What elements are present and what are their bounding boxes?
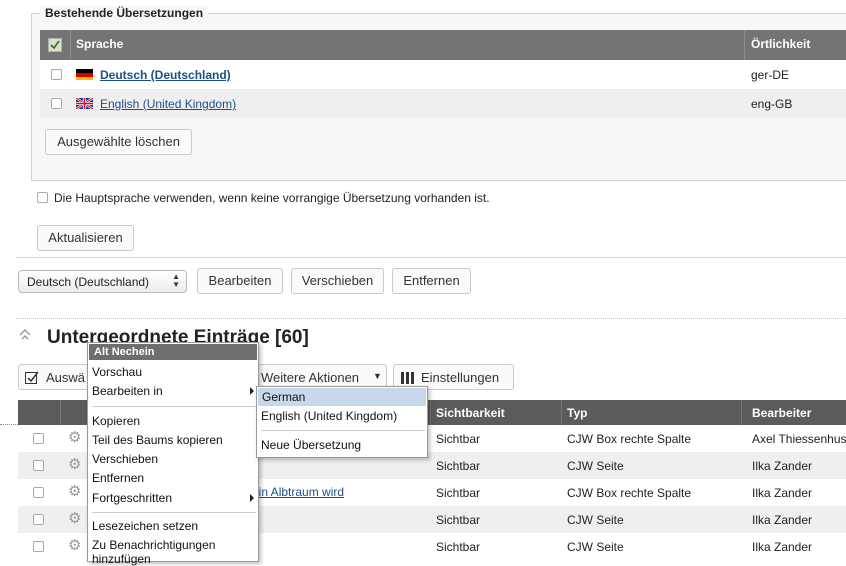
edit-button[interactable]: Bearbeiten (197, 268, 283, 294)
caret-down-icon: ▼ (373, 371, 382, 381)
language-select-value: Deutsch (Deutschland) (27, 275, 150, 289)
row-editor: Ilka Zander (752, 459, 813, 473)
gb-flag-icon (75, 96, 94, 111)
updown-chevron-icon: ▲ ▼ (172, 272, 180, 289)
language-select[interactable]: Deutsch (Deutschland) ▲ ▼ (18, 270, 187, 293)
more-actions-label: Weitere Aktionen (261, 370, 360, 385)
column-visibility: Sichtbarkeit (436, 406, 505, 420)
edit-in-submenu: German English (United Kingdom) Neue Übe… (256, 386, 428, 458)
row-visibility: Sichtbar (436, 513, 481, 527)
context-menu-title: Alt Nechein (94, 346, 155, 358)
row-checkbox[interactable] (33, 541, 44, 552)
delete-selected-button[interactable]: Ausgewählte löschen (45, 129, 192, 155)
submenu-item-english[interactable]: English (United Kingdom) (261, 409, 397, 423)
gear-icon[interactable]: ⚙ (68, 457, 84, 473)
submenu-arrow-icon (250, 387, 254, 395)
menu-item-edit-in[interactable]: Bearbeiten in (92, 384, 163, 398)
collapse-arrow-icon[interactable] (18, 327, 32, 341)
column-type: Typ (567, 406, 588, 420)
row-visibility: Sichtbar (436, 432, 481, 446)
row-checkbox[interactable] (33, 460, 44, 471)
menu-item-move[interactable]: Verschieben (92, 452, 158, 466)
context-menu-header: Alt Nechein (89, 344, 257, 360)
gear-icon[interactable]: ⚙ (68, 430, 84, 446)
settings-label: Einstellungen (421, 370, 500, 385)
submenu-arrow-icon (250, 494, 254, 502)
columns-icon (401, 372, 414, 384)
context-menu: Alt Nechein Vorschau Bearbeiten in Kopie… (87, 342, 259, 566)
menu-item-copy-subtree[interactable]: Teil des Baums kopieren (92, 433, 223, 447)
row-checkbox[interactable] (33, 514, 44, 525)
row-editor: Ilka Zander (752, 540, 813, 554)
remove-button[interactable]: Entfernen (392, 268, 471, 294)
row-checkbox[interactable] (33, 487, 44, 498)
gear-icon[interactable]: ⚙ (68, 538, 84, 554)
gear-icon[interactable]: ⚙ (68, 484, 84, 500)
column-language: Sprache (76, 37, 124, 51)
update-button[interactable]: Aktualisieren (37, 225, 134, 251)
translation-row-checkbox[interactable] (51, 98, 62, 109)
submenu-item-german-label: German (262, 390, 306, 404)
row-visibility: Sichtbar (436, 540, 481, 554)
menu-item-notify-continued[interactable]: hinzufügen (92, 552, 151, 566)
row-checkbox[interactable] (33, 433, 44, 444)
row-visibility: Sichtbar (436, 459, 481, 473)
translations-legend: Bestehende Übersetzungen (40, 6, 209, 20)
row-type: CJW Seite (567, 459, 624, 473)
translation-language-link[interactable]: Deutsch (Deutschland) (100, 68, 231, 82)
menu-item-advanced[interactable]: Fortgeschritten (92, 491, 172, 505)
dotted-divider (16, 318, 846, 319)
row-type: CJW Seite (567, 540, 624, 554)
row-type: CJW Box rechte Spalte (567, 432, 692, 446)
translation-row-checkbox[interactable] (51, 69, 62, 80)
submenu-item-german[interactable]: German (258, 388, 426, 406)
menu-item-notify[interactable]: Zu Benachrichtigungen (92, 538, 215, 552)
move-button[interactable]: Verschieben (291, 268, 384, 294)
menu-item-bookmark[interactable]: Lesezeichen setzen (92, 519, 198, 533)
menu-item-preview[interactable]: Vorschau (92, 365, 142, 379)
column-editor: Bearbeiter (752, 406, 812, 420)
row-editor: Axel Thiessenhus (752, 432, 846, 446)
row-type: CJW Seite (567, 513, 624, 527)
translation-locale: eng-GB (751, 97, 793, 111)
submenu-item-new-translation[interactable]: Neue Übersetzung (261, 438, 361, 452)
row-visibility: Sichtbar (436, 486, 481, 500)
divider (16, 257, 846, 258)
item-name-link[interactable]: ein Albtraum wird (252, 485, 344, 499)
main-language-checkbox[interactable] (37, 192, 48, 203)
gear-icon[interactable]: ⚙ (68, 511, 84, 527)
translation-language-link[interactable]: English (United Kingdom) (100, 97, 236, 111)
row-editor: Ilka Zander (752, 513, 813, 527)
select-button-label: Auswä (46, 370, 86, 385)
translation-locale: ger-DE (751, 68, 790, 82)
column-locale: Örtlichkeit (751, 37, 811, 51)
select-button[interactable]: Auswä (18, 364, 98, 390)
translations-header (40, 30, 846, 60)
row-type: CJW Box rechte Spalte (567, 486, 692, 500)
menu-item-remove[interactable]: Entfernen (92, 471, 144, 485)
checkbox-icon (25, 371, 39, 384)
select-all-toggle-icon[interactable] (48, 38, 62, 52)
menu-item-copy[interactable]: Kopieren (92, 414, 140, 428)
row-editor: Ilka Zander (752, 486, 813, 500)
de-flag-icon (76, 69, 93, 80)
main-language-label: Die Hauptsprache verwenden, wenn keine v… (54, 191, 490, 205)
